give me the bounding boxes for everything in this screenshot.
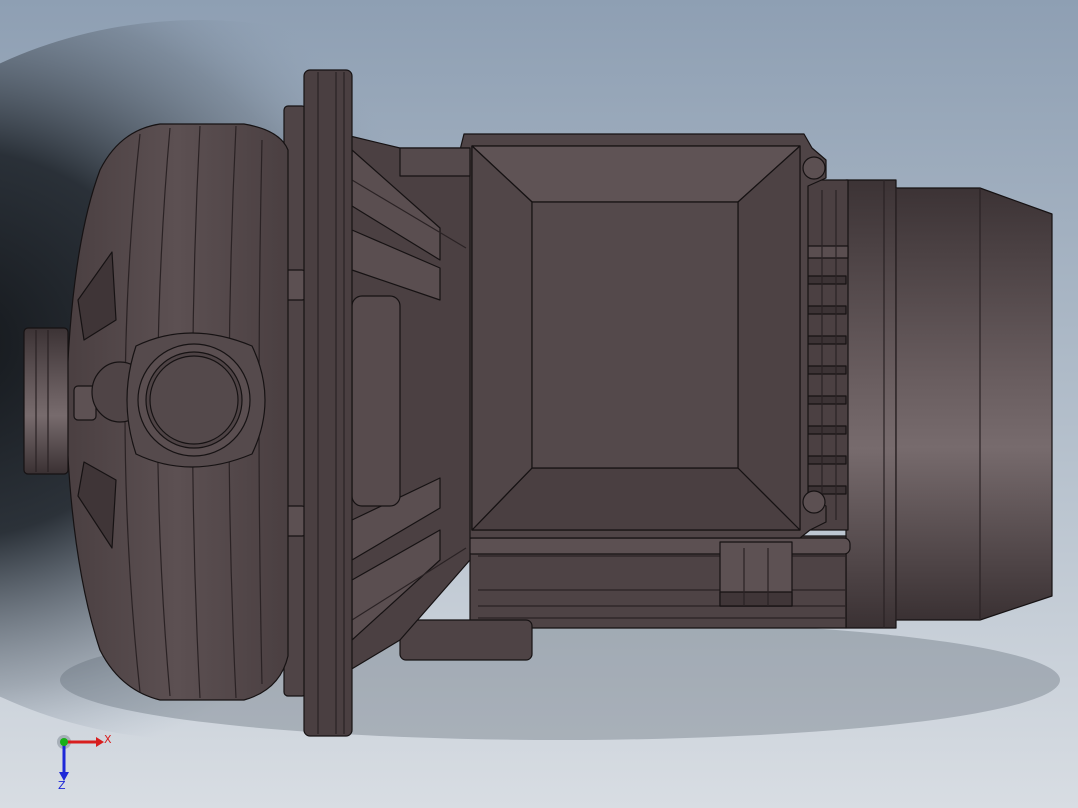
- triad-x-label: X: [104, 733, 112, 746]
- cad-3d-viewport[interactable]: X Z: [0, 0, 1078, 808]
- pump-motor-model[interactable]: X Z: [0, 0, 1078, 808]
- fan-cover: [845, 179, 1053, 629]
- triad-y-axis: [60, 738, 68, 746]
- terminal-box: [443, 133, 827, 539]
- triad-z-label: Z: [58, 779, 66, 792]
- pump-flange: [283, 69, 353, 737]
